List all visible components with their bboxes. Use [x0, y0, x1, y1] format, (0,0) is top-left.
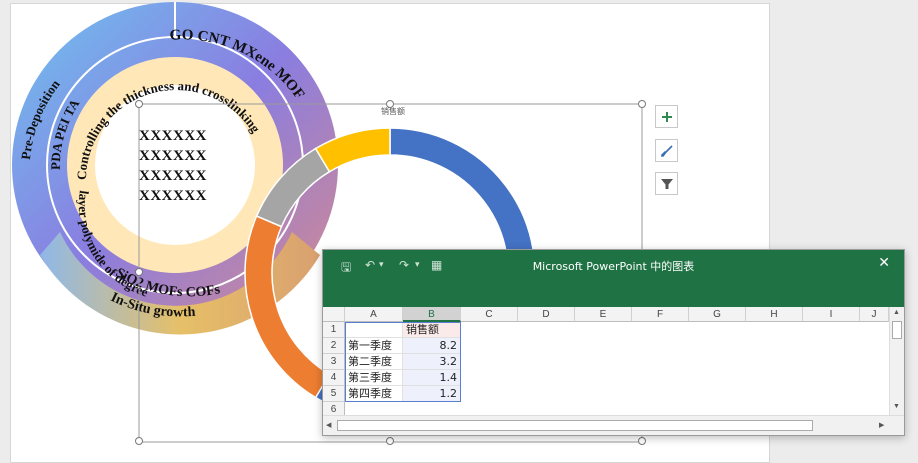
scroll-up-icon[interactable]: ▲ — [893, 309, 901, 317]
horizontal-scroll-thumb[interactable] — [337, 420, 813, 431]
chart-data-window[interactable]: 🖫 ↶ ▾ ↷ ▾ ▦ Microsoft PowerPoint 中的图表 ✕ … — [322, 249, 905, 436]
window-titlebar[interactable]: 🖫 ↶ ▾ ↷ ▾ ▦ Microsoft PowerPoint 中的图表 ✕ — [323, 250, 904, 307]
column-header-j[interactable]: J — [860, 307, 889, 322]
row-header-1[interactable]: 1 — [323, 322, 345, 338]
scroll-right-icon[interactable]: ▶ — [879, 421, 884, 429]
cell-a1[interactable] — [345, 322, 403, 338]
column-header-g[interactable]: G — [689, 307, 746, 322]
cell-a3[interactable]: 第二季度 — [345, 354, 403, 370]
plus-icon — [661, 111, 672, 122]
scroll-down-icon[interactable]: ▼ — [893, 403, 901, 411]
resize-handle-bl[interactable] — [135, 437, 143, 445]
column-header-h[interactable]: H — [746, 307, 803, 322]
row-header-4[interactable]: 4 — [323, 370, 345, 386]
vertical-scroll-thumb[interactable] — [892, 321, 902, 339]
column-header-f[interactable]: F — [632, 307, 689, 322]
column-header-e[interactable]: E — [575, 307, 632, 322]
scroll-left-icon[interactable]: ◀ — [326, 421, 331, 429]
chart-styles-button[interactable] — [655, 139, 678, 162]
row-header-2[interactable]: 2 — [323, 338, 345, 354]
brush-icon — [660, 144, 673, 157]
cell-b3[interactable]: 3.2 — [403, 354, 461, 370]
resize-handle-br[interactable] — [638, 437, 646, 445]
chart-elements-button[interactable] — [655, 105, 678, 128]
doughnut-slice-3[interactable] — [255, 147, 331, 228]
resize-handle-tr[interactable] — [638, 100, 646, 108]
column-header-c[interactable]: C — [461, 307, 518, 322]
column-header-d[interactable]: D — [518, 307, 575, 322]
row-header-5[interactable]: 5 — [323, 386, 345, 402]
resize-handle-tl[interactable] — [135, 100, 143, 108]
vertical-scrollbar[interactable]: ▲ ▼ — [889, 307, 904, 415]
select-all-corner[interactable] — [323, 307, 345, 322]
horizontal-scrollbar[interactable]: ◀ ▶ — [323, 415, 904, 435]
spreadsheet-grid[interactable]: A B C D E F G H I J 1 2 3 4 5 6 销售额 第一季度… — [323, 307, 889, 415]
column-header-i[interactable]: I — [803, 307, 860, 322]
cell-b1[interactable]: 销售额 — [403, 322, 461, 338]
doughnut-slice-4[interactable] — [314, 127, 391, 173]
cell-a2[interactable]: 第一季度 — [345, 338, 403, 354]
resize-handle-top[interactable] — [386, 100, 394, 108]
chart-title: 销售额 — [381, 107, 405, 116]
row-header-6[interactable]: 6 — [323, 402, 345, 415]
chart-filters-button[interactable] — [655, 172, 678, 195]
cell-b2[interactable]: 8.2 — [403, 338, 461, 354]
resize-handle-left[interactable] — [135, 268, 143, 276]
doughnut-slice-2[interactable] — [244, 215, 331, 399]
column-header-b[interactable]: B — [403, 307, 461, 322]
window-title: Microsoft PowerPoint 中的图表 — [532, 260, 695, 273]
filter-icon — [660, 178, 673, 189]
row-header-3[interactable]: 3 — [323, 354, 345, 370]
cell-b4[interactable]: 1.4 — [403, 370, 461, 386]
close-button[interactable]: ✕ — [878, 255, 890, 271]
resize-handle-bottom[interactable] — [386, 437, 394, 445]
cell-a5[interactable]: 第四季度 — [345, 386, 403, 402]
cell-b5[interactable]: 1.2 — [403, 386, 461, 402]
cell-a4[interactable]: 第三季度 — [345, 370, 403, 386]
column-header-a[interactable]: A — [345, 307, 403, 322]
